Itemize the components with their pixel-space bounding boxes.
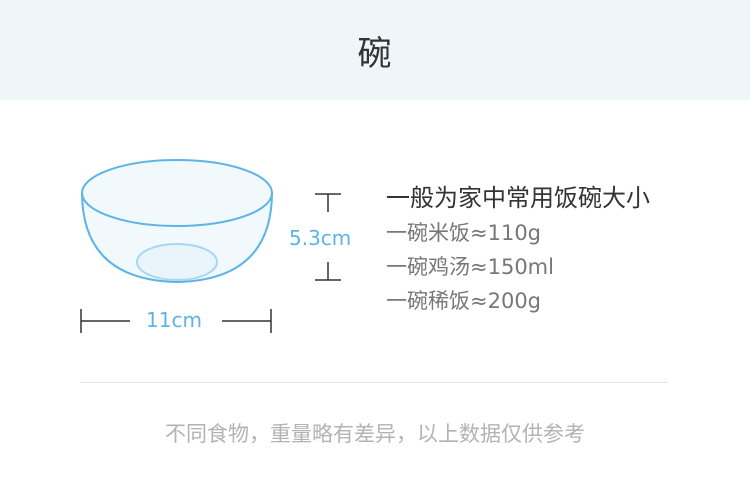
portion-item-rice: 一碗米饭≈110g: [386, 221, 542, 245]
divider: [80, 382, 668, 383]
portion-info: 一般为家中常用饭碗大小 一碗米饭≈110g 一碗鸡汤≈150ml 一碗稀饭≈20…: [386, 180, 650, 318]
bowl-base-icon: [136, 243, 218, 281]
portion-item-porridge: 一碗稀饭≈200g: [386, 289, 542, 313]
bowl-rim-icon: [81, 159, 273, 227]
bowl-width-label: 11cm: [146, 308, 202, 332]
portion-item-soup: 一碗鸡汤≈150ml: [386, 255, 554, 279]
portion-heading: 一般为家中常用饭碗大小: [386, 184, 650, 212]
disclaimer-text: 不同食物，重量略有差异，以上数据仅供参考: [165, 422, 585, 446]
bowl-height-label: 5.3cm: [289, 226, 352, 250]
